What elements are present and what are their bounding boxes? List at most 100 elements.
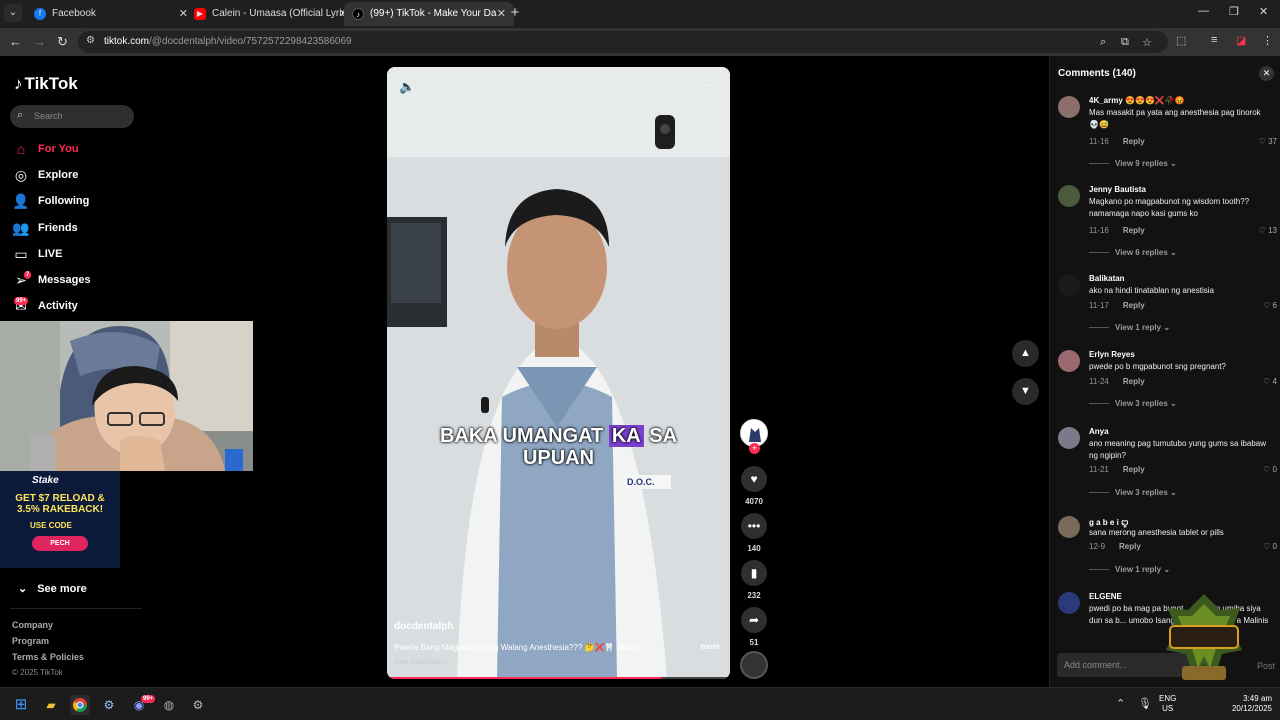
comment-meta: 11-24 Reply xyxy=(1089,377,1145,386)
search-placeholder: Search xyxy=(34,111,63,121)
extensions-icon[interactable]: ⬚ xyxy=(1176,34,1186,47)
tab-facebook[interactable]: f Facebook ✕ xyxy=(26,2,196,26)
comment-like-button[interactable]: ♡ 4 xyxy=(1263,377,1277,386)
restore-icon[interactable]: ❐ xyxy=(1229,5,1239,18)
description-more-link[interactable]: more xyxy=(700,642,720,651)
see-translation-link[interactable]: See translation xyxy=(394,657,447,666)
sidebar-item-for-you[interactable]: ⌂ For You xyxy=(12,140,142,160)
reply-button[interactable]: Reply xyxy=(1123,301,1145,310)
coat-logo-text: D.O.C. xyxy=(627,477,655,487)
media-control-icon[interactable]: ≡ xyxy=(1211,34,1217,46)
language-indicator[interactable]: ENG US xyxy=(1159,694,1176,714)
tab-search-button[interactable]: ⌄ xyxy=(4,4,22,22)
avatar[interactable] xyxy=(1058,516,1080,538)
comment-like-button[interactable]: ♡ 13 xyxy=(1259,226,1277,235)
video-author[interactable]: docdentalph xyxy=(394,621,453,632)
comment-username[interactable]: Balikatan xyxy=(1089,274,1125,283)
comment-username[interactable]: ELGENE xyxy=(1089,592,1122,601)
previous-video-button[interactable]: ▲ xyxy=(1012,340,1039,367)
zoom-icon[interactable]: ⌕ xyxy=(1100,36,1106,49)
reply-button[interactable]: Reply xyxy=(1123,226,1145,235)
sidebar-item-live[interactable]: ▭ LIVE xyxy=(12,245,142,265)
steam-icon[interactable]: ⚙ xyxy=(99,695,119,715)
close-tab-icon[interactable]: ✕ xyxy=(497,2,506,26)
footer-link-company[interactable]: Company xyxy=(12,620,53,630)
music-disc-icon[interactable] xyxy=(740,651,768,679)
avatar[interactable] xyxy=(1058,185,1080,207)
video-player[interactable]: 🔈 ··· BAKA UMANGAT KA SA UPUAN D.O.C. do… xyxy=(387,67,730,679)
avatar[interactable] xyxy=(1058,274,1080,296)
view-replies-button[interactable]: View 1 reply ⌄ xyxy=(1089,565,1170,574)
sidebar-item-activity[interactable]: ✉ 99+ Activity xyxy=(12,297,142,317)
share-button[interactable]: ➦ xyxy=(741,607,767,633)
see-more-button[interactable]: ⌄ See more xyxy=(18,582,87,595)
comment-username[interactable]: Jenny Bautista xyxy=(1089,185,1146,194)
comment-like-button[interactable]: ♡ 37 xyxy=(1259,137,1277,146)
stake-ad-banner[interactable]: Stake GET $7 RELOAD & 3.5% RAKEBACK! USE… xyxy=(0,471,120,568)
site-info-icon[interactable]: ⚙ xyxy=(86,35,95,46)
comment-username[interactable]: 4K_army 😍😍😍❌🥀😡 xyxy=(1089,96,1185,105)
windows-start-icon[interactable]: ⊞ xyxy=(11,695,31,715)
footer-link-terms[interactable]: Terms & Policies xyxy=(12,652,84,662)
extension-pin-icon[interactable]: ◪ xyxy=(1236,34,1246,47)
volume-icon[interactable]: 🔈 xyxy=(399,79,415,95)
more-options-icon[interactable]: ··· xyxy=(702,77,718,92)
microphone-icon[interactable]: 🎙 xyxy=(1138,697,1152,710)
back-icon[interactable]: ← xyxy=(9,34,22,49)
avatar[interactable] xyxy=(1058,427,1080,449)
comment-button[interactable]: ••• xyxy=(741,513,767,539)
reload-icon[interactable]: ↻ xyxy=(57,34,68,50)
tab-tiktok[interactable]: ♪ (99+) TikTok - Make Your Da ✕ xyxy=(344,2,514,26)
sidebar-item-explore[interactable]: ◎ Explore xyxy=(12,166,142,186)
sidebar-item-friends[interactable]: 👥 Friends xyxy=(12,219,142,239)
footer-link-program[interactable]: Program xyxy=(12,636,49,646)
view-replies-button[interactable]: View 3 replies ⌄ xyxy=(1089,488,1177,497)
tab-youtube[interactable]: ▶ Calein - Umaasa (Official Lyric V ✕ xyxy=(186,2,356,26)
new-tab-button[interactable]: + xyxy=(506,4,524,22)
like-button[interactable]: ♥ xyxy=(741,466,767,492)
avatar[interactable] xyxy=(1058,350,1080,372)
install-app-icon[interactable]: ⧉ xyxy=(1121,36,1129,49)
live-icon: ▭ xyxy=(14,246,28,262)
next-video-button[interactable]: ▼ xyxy=(1012,378,1039,405)
settings-icon[interactable]: ⚙ xyxy=(188,695,208,715)
post-comment-button[interactable]: Post xyxy=(1257,661,1275,671)
comment-like-button[interactable]: ♡ 0 xyxy=(1263,542,1277,551)
avatar[interactable] xyxy=(1058,96,1080,118)
clock[interactable]: 3:49 am 20/12/2025 xyxy=(1228,694,1272,714)
reply-button[interactable]: Reply xyxy=(1119,542,1141,551)
show-hidden-icons[interactable]: ⌃ xyxy=(1116,697,1125,710)
sidebar-item-messages[interactable]: ➢ 7 Messages xyxy=(12,271,142,291)
comment-meta: 11-21 Reply xyxy=(1089,465,1145,474)
ad-code-button[interactable]: PECH xyxy=(32,536,88,551)
reply-button[interactable]: Reply xyxy=(1123,377,1145,386)
sidebar-item-following[interactable]: 👤 Following xyxy=(12,192,142,212)
avatar[interactable] xyxy=(1058,592,1080,614)
view-replies-button[interactable]: View 6 replies ⌄ xyxy=(1089,248,1177,257)
view-replies-button[interactable]: View 1 reply ⌄ xyxy=(1089,323,1170,332)
bookmark-star-icon[interactable]: ☆ xyxy=(1142,36,1152,49)
forward-icon[interactable]: → xyxy=(33,34,46,49)
search-input[interactable]: ⌕ Search xyxy=(10,105,134,128)
app-icon[interactable]: ◍ xyxy=(159,695,179,715)
comment-like-button[interactable]: ♡ 0 xyxy=(1263,465,1277,474)
file-explorer-icon[interactable]: ▰ xyxy=(41,695,61,715)
browser-menu-icon[interactable]: ⋮ xyxy=(1262,34,1273,47)
view-replies-button[interactable]: View 3 replies ⌄ xyxy=(1089,399,1177,408)
close-window-icon[interactable]: ✕ xyxy=(1259,5,1268,18)
close-comments-icon[interactable]: ✕ xyxy=(1259,66,1274,81)
address-bar[interactable]: ⚙ tiktok.com/@docdentalph/video/75725722… xyxy=(78,31,1168,53)
reply-button[interactable]: Reply xyxy=(1123,137,1145,146)
view-replies-button[interactable]: View 9 replies ⌄ xyxy=(1089,159,1177,168)
share-count: 51 xyxy=(749,638,759,647)
comment-username[interactable]: Erlyn Reyes xyxy=(1089,350,1135,359)
chrome-icon[interactable] xyxy=(70,695,90,715)
comment-like-button[interactable]: ♡ 6 xyxy=(1263,301,1277,310)
follow-plus-icon[interactable]: + xyxy=(749,443,760,454)
minimize-icon[interactable]: — xyxy=(1198,5,1209,17)
save-button[interactable]: ▮ xyxy=(741,560,767,586)
reply-button[interactable]: Reply xyxy=(1123,465,1145,474)
video-progress-bar[interactable] xyxy=(387,677,730,679)
tiktok-logo[interactable]: ♪ TikTok xyxy=(14,74,78,94)
comment-username[interactable]: Anya xyxy=(1089,427,1109,436)
